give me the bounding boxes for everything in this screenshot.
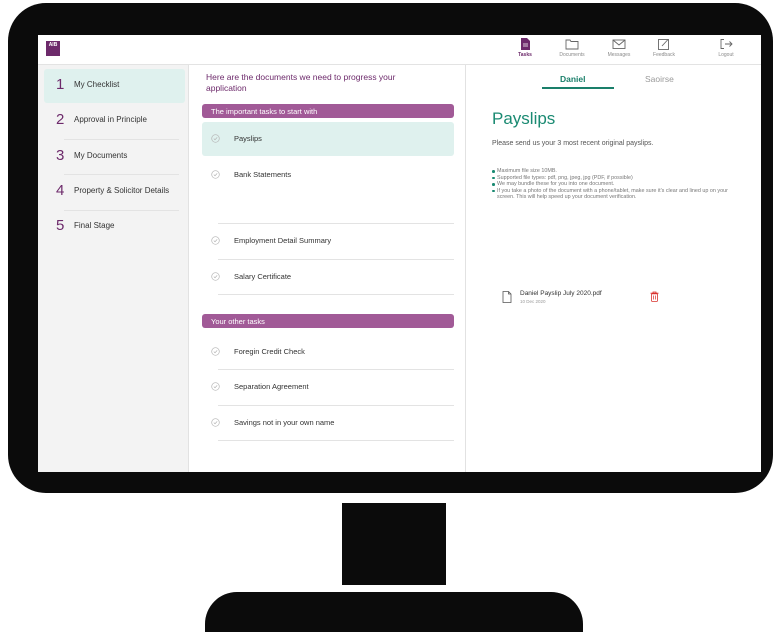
sidebar-item-my-documents[interactable]: 3 My Documents xyxy=(44,140,185,174)
sidebar-item-my-checklist[interactable]: 1 My Checklist xyxy=(44,69,185,103)
task-savings-not-own-name[interactable]: Savings not in your own name xyxy=(202,406,454,440)
sidebar-item-label: Property & Solicitor Details xyxy=(74,186,170,195)
step-number: 4 xyxy=(56,182,65,199)
file-icon xyxy=(502,291,512,303)
divider xyxy=(218,294,454,295)
document-detail-panel: Daniel Saoirse Payslips Please send us y… xyxy=(467,65,761,472)
step-number: 2 xyxy=(56,111,65,128)
sidebar-item-label: Approval in Principle xyxy=(74,115,147,124)
task-label: Salary Certificate xyxy=(234,272,292,281)
task-label: Foregin Credit Check xyxy=(234,347,305,356)
nav-feedback[interactable]: Feedback xyxy=(644,38,684,58)
upload-rule: If you take a photo of the document with… xyxy=(492,188,732,201)
top-bar: AIB Tasks Documents Messages Feedback Lo… xyxy=(38,35,761,65)
divider xyxy=(218,440,454,441)
task-bank-statements[interactable]: Bank Statements xyxy=(202,158,454,192)
monitor-frame: AIB Tasks Documents Messages Feedback Lo… xyxy=(8,3,773,493)
checklist-intro: Here are the documents we need to progre… xyxy=(206,72,396,93)
uploaded-file[interactable]: Daniel Payslip July 2020.pdf 10 Dec 2020 xyxy=(502,288,702,312)
upload-rule: We may bundle these for you into one doc… xyxy=(492,181,732,188)
sidebar-item-approval-in-principle[interactable]: 2 Approval in Principle xyxy=(44,104,185,138)
check-circle-icon xyxy=(211,382,220,391)
folder-icon xyxy=(565,39,579,50)
nav-logout[interactable]: Logout xyxy=(706,38,746,58)
task-label: Separation Agreement xyxy=(234,382,309,391)
nav-tasks[interactable]: Tasks xyxy=(505,38,545,58)
check-circle-icon xyxy=(211,134,220,143)
task-label: Employment Detail Summary xyxy=(234,236,332,245)
nav-documents[interactable]: Documents xyxy=(552,38,592,58)
nav-messages-label: Messages xyxy=(607,52,631,58)
check-circle-icon xyxy=(211,272,220,281)
sidebar-item-label: Final Stage xyxy=(74,221,115,230)
sidebar-item-property-solicitor[interactable]: 4 Property & Solicitor Details xyxy=(44,175,185,209)
step-number: 5 xyxy=(56,217,65,234)
document-title: Payslips xyxy=(492,109,556,128)
task-separation-agreement[interactable]: Separation Agreement xyxy=(202,370,454,404)
document-description: Please send us your 3 most recent origin… xyxy=(492,140,654,147)
nav-tasks-label: Tasks xyxy=(518,52,532,58)
trash-icon[interactable] xyxy=(650,291,659,302)
app-screen: AIB Tasks Documents Messages Feedback Lo… xyxy=(38,35,761,472)
tab-daniel[interactable]: Daniel xyxy=(560,74,586,84)
task-salary-certificate[interactable]: Salary Certificate xyxy=(202,260,454,294)
nav-messages[interactable]: Messages xyxy=(599,38,639,58)
bank-logo: AIB xyxy=(46,41,60,56)
file-name: Daniel Payslip July 2020.pdf xyxy=(520,290,602,297)
checklist-panel: Here are the documents we need to progre… xyxy=(189,65,466,472)
other-tasks-header: Your other tasks xyxy=(202,314,454,328)
step-number: 3 xyxy=(56,147,65,164)
check-circle-icon xyxy=(211,170,220,179)
monitor-stand-base xyxy=(205,592,583,632)
sidebar: 1 My Checklist 2 Approval in Principle 3… xyxy=(38,65,189,472)
task-employment-detail-summary[interactable]: Employment Detail Summary xyxy=(202,224,454,258)
upload-rule: Supported file types: pdf, png, jpeg, jp… xyxy=(492,175,732,182)
task-label: Bank Statements xyxy=(234,170,292,179)
sidebar-item-final-stage[interactable]: 5 Final Stage xyxy=(44,210,185,244)
upload-rule: Maximum file size 10MB. xyxy=(492,168,732,175)
upload-rules-list: Maximum file size 10MB. Supported file t… xyxy=(492,168,732,201)
sidebar-item-label: My Checklist xyxy=(74,80,120,89)
nav-documents-label: Documents xyxy=(559,52,585,58)
tasks-icon xyxy=(521,38,530,50)
important-tasks-header: The important tasks to start with xyxy=(202,104,454,118)
file-date: 10 Dec 2020 xyxy=(520,299,546,304)
step-number: 1 xyxy=(56,76,65,93)
task-label: Savings not in your own name xyxy=(234,418,335,427)
sidebar-item-label: My Documents xyxy=(74,151,128,160)
logo-text: AIB xyxy=(48,42,58,48)
active-tab-indicator xyxy=(542,87,614,89)
check-circle-icon xyxy=(211,418,220,427)
task-label: Payslips xyxy=(234,134,262,143)
nav-feedback-label: Feedback xyxy=(653,52,675,58)
mail-icon xyxy=(612,39,626,49)
logout-icon xyxy=(720,39,733,49)
monitor-stand-neck xyxy=(342,503,446,585)
check-circle-icon xyxy=(211,347,220,356)
nav-logout-label: Logout xyxy=(718,52,734,58)
tab-saoirse[interactable]: Saoirse xyxy=(645,74,674,84)
check-circle-icon xyxy=(211,236,220,245)
task-foreign-credit-check[interactable]: Foregin Credit Check xyxy=(202,335,454,369)
task-payslips[interactable]: Payslips xyxy=(202,122,454,156)
feedback-icon xyxy=(658,39,669,50)
